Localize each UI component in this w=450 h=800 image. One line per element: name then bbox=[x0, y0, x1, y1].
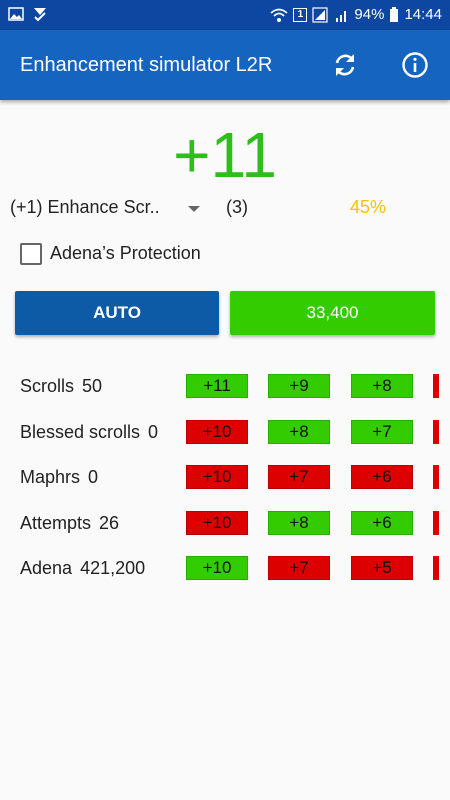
history-cell: +10 bbox=[186, 556, 248, 580]
signal-bars-icon bbox=[336, 10, 347, 22]
stat-name: Blessed scrolls bbox=[20, 422, 141, 442]
stat-label: Scrolls 50 bbox=[20, 374, 102, 399]
protection-checkbox[interactable] bbox=[20, 243, 42, 265]
refresh-icon[interactable] bbox=[330, 50, 360, 80]
history-cell-overflow bbox=[433, 420, 439, 444]
stat-label: Blessed scrolls 0 bbox=[20, 420, 158, 445]
stat-value: 26 bbox=[99, 513, 120, 533]
history-cell: +9 bbox=[268, 374, 330, 398]
sim-icon: 1 bbox=[293, 7, 308, 22]
status-bar: 1 94% 14:44 bbox=[0, 0, 450, 30]
battery-percent: 94% bbox=[354, 6, 385, 23]
history-cell: +11 bbox=[186, 374, 248, 398]
history-cell-overflow bbox=[433, 511, 439, 535]
stat-row: Blessed scrolls 0 +10 +8 +7 bbox=[0, 420, 450, 445]
stat-row: Attempts 26 +10 +8 +6 bbox=[0, 511, 450, 536]
info-icon[interactable] bbox=[400, 50, 430, 80]
enhance-button[interactable]: 33,400 bbox=[230, 291, 435, 335]
history-cell: +6 bbox=[351, 465, 413, 489]
dropdown-caret-icon[interactable] bbox=[188, 206, 200, 212]
protection-label: Adena’s Protection bbox=[50, 243, 201, 263]
stat-label: Maphrs 0 bbox=[20, 465, 98, 490]
stat-name: Adena bbox=[20, 558, 73, 578]
history-cell: +5 bbox=[351, 556, 413, 580]
stat-value: 421,200 bbox=[80, 558, 146, 578]
app-bar: Enhancement simulator L2R bbox=[0, 30, 450, 100]
stat-row: Adena 421,200 +10 +7 +5 bbox=[0, 556, 450, 581]
stat-name: Maphrs bbox=[20, 467, 81, 487]
wifi-icon bbox=[270, 8, 289, 22]
history-cell-overflow bbox=[433, 374, 439, 398]
history-cell: +8 bbox=[268, 420, 330, 444]
clock: 14:44 bbox=[404, 6, 442, 23]
stat-label: Adena 421,200 bbox=[20, 556, 145, 581]
stat-value: 0 bbox=[148, 422, 159, 442]
history-cell: +6 bbox=[351, 511, 413, 535]
scroll-type-select[interactable]: (+1) Enhance Scr.. bbox=[10, 197, 160, 218]
history-cell-overflow bbox=[433, 556, 439, 580]
stat-value: 50 bbox=[82, 376, 103, 396]
stat-name: Scrolls bbox=[20, 376, 75, 396]
stat-label: Attempts 26 bbox=[20, 511, 119, 536]
stat-name: Attempts bbox=[20, 513, 92, 533]
current-level: +11 bbox=[173, 119, 277, 191]
scroll-count: (3) bbox=[226, 197, 248, 217]
app-title: Enhancement simulator L2R bbox=[20, 54, 273, 76]
success-chance: 45% bbox=[350, 197, 387, 217]
history-cell-overflow bbox=[433, 465, 439, 489]
auto-button[interactable]: AUTO bbox=[15, 291, 219, 335]
history-cell: +10 bbox=[186, 511, 248, 535]
history-cell: +7 bbox=[351, 420, 413, 444]
signal-icon bbox=[312, 6, 329, 23]
stat-row: Maphrs 0 +10 +7 +6 bbox=[0, 465, 450, 490]
history-cell: +8 bbox=[268, 511, 330, 535]
history-cell: +7 bbox=[268, 465, 330, 489]
history-cell: +10 bbox=[186, 465, 248, 489]
gallery-icon bbox=[8, 7, 24, 21]
history-cell: +7 bbox=[268, 556, 330, 580]
stat-value: 0 bbox=[88, 467, 99, 487]
download-check-icon bbox=[34, 8, 46, 22]
stat-row: Scrolls 50 +11 +9 +8 bbox=[0, 374, 450, 399]
history-cell: +8 bbox=[351, 374, 413, 398]
history-cell: +10 bbox=[186, 420, 248, 444]
battery-icon bbox=[390, 6, 399, 22]
